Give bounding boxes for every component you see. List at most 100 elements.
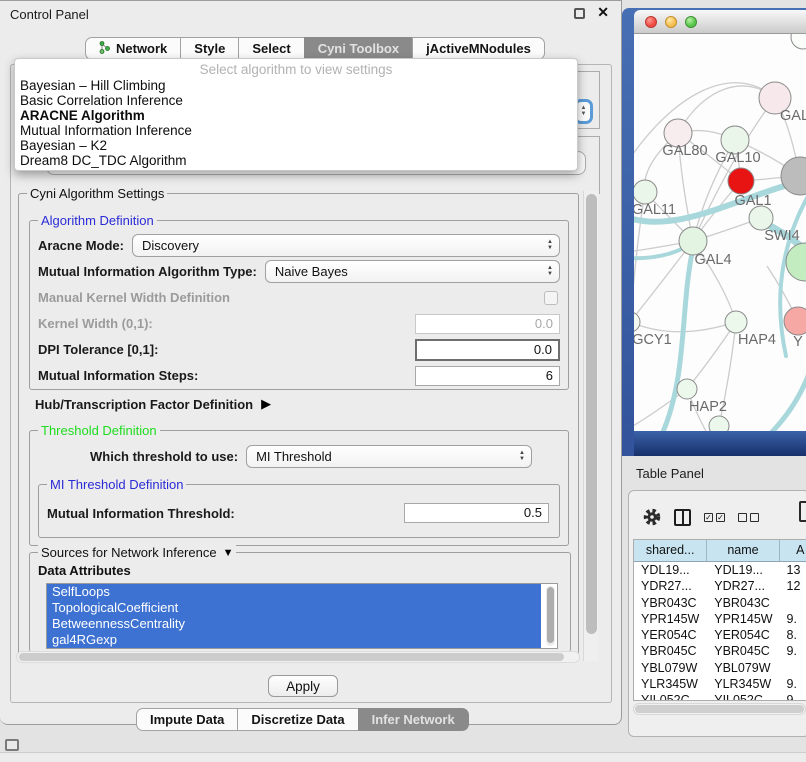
hub-definition-label: Hub/Transcription Factor Definition — [35, 397, 253, 412]
minimized-window-icon[interactable] — [5, 739, 19, 751]
dpi-tolerance-field[interactable]: 0.0 — [415, 339, 560, 361]
table-cell: 9 — [780, 692, 806, 701]
tab-network[interactable]: Network — [85, 37, 181, 60]
network-node-salmon-node[interactable] — [784, 307, 806, 335]
tab-jactivemnodules[interactable]: jActiveMNodules — [412, 37, 545, 60]
float-window-icon[interactable] — [574, 8, 585, 19]
table-cell: 9. — [780, 611, 806, 627]
data-attributes-label: Data Attributes — [38, 563, 131, 578]
algorithm-option-basic-correlation-inference[interactable]: Basic Correlation Inference — [15, 93, 577, 108]
algorithm-option-bayesian-k2[interactable]: Bayesian – K2 — [15, 138, 577, 153]
network-node-top-edge-node[interactable] — [791, 34, 806, 49]
settings-horizontal-scrollbar[interactable] — [16, 651, 580, 663]
checked-pair-icon[interactable]: ✓✓ — [704, 513, 725, 522]
tab-cyni-toolbox[interactable]: Cyni Toolbox — [304, 37, 413, 60]
network-icon — [99, 41, 111, 57]
table-row[interactable]: YPR145WYPR145W9. — [634, 611, 806, 627]
tab-impute-data[interactable]: Impute Data — [136, 708, 238, 731]
combo-stepper-icon: ▲▼ — [513, 451, 531, 462]
table-cell: YBR045C — [707, 643, 779, 659]
data-attributes-list[interactable]: SelfLoopsTopologicalCoefficientBetweenne… — [46, 583, 558, 649]
hub-definition-expander[interactable]: Hub/Transcription Factor Definition ▶ — [35, 396, 271, 412]
network-node-GAL4[interactable] — [679, 227, 707, 255]
table-row[interactable]: YDR27...YDR27...12 — [634, 578, 806, 594]
manual-kernel-label: Manual Kernel Width Definition — [38, 290, 230, 305]
table-cell: YPR145W — [707, 611, 779, 627]
network-node-bottom-edge-node[interactable] — [709, 416, 729, 431]
settings-vertical-scrollbar[interactable] — [583, 191, 598, 661]
mi-threshold-definition-group: MI Threshold Definition Mutual Informati… — [38, 484, 560, 538]
attribute-item-gal4rgexp[interactable]: gal4RGexp — [47, 632, 541, 648]
tab-select[interactable]: Select — [238, 37, 304, 60]
gear-icon[interactable] — [643, 508, 661, 526]
algorithm-option-mutual-information-inference[interactable]: Mutual Information Inference — [15, 123, 577, 138]
column-header-name[interactable]: name — [707, 540, 779, 561]
attribute-item-betweennesscentrality[interactable]: BetweennessCentrality — [47, 616, 541, 632]
network-node-label-GAL11: GAL11 — [634, 202, 676, 218]
table-row[interactable]: YBR043CYBR043C — [634, 595, 806, 611]
attribute-item-topologicalcoefficient[interactable]: TopologicalCoefficient — [47, 600, 541, 616]
column-header-shared-[interactable]: shared... — [634, 540, 707, 561]
kernel-width-field[interactable]: 0.0 — [415, 314, 560, 334]
algorithm-option-dream8-dc-tdc-algorithm[interactable]: Dream8 DC_TDC Algorithm — [15, 153, 577, 168]
mi-steps-field[interactable]: 6 — [415, 366, 560, 386]
table-cell: YLR345W — [707, 676, 779, 692]
algorithm-definition-group: Algorithm Definition Aracne Mode: Discov… — [29, 220, 569, 390]
algorithm-option-bayesian-hill-climbing[interactable]: Bayesian – Hill Climbing — [15, 78, 577, 93]
tab-discretize-data[interactable]: Discretize Data — [237, 708, 358, 731]
table-cell: 9. — [780, 676, 806, 692]
table-row[interactable]: YBL079WYBL079W — [634, 660, 806, 676]
hidden-groupbox-border — [578, 136, 600, 137]
page-icon[interactable] — [799, 501, 806, 522]
expander-down-icon[interactable]: ▼ — [223, 547, 234, 559]
tab-infer-network[interactable]: Infer Network — [358, 708, 469, 731]
close-icon[interactable]: ✕ — [597, 4, 609, 21]
network-canvas[interactable]: GALGAL80GAL10GAL1GAL11SWI4GAL4GCY1HAP4YH… — [634, 34, 806, 431]
table-row[interactable]: YBR045CYBR045C9. — [634, 643, 806, 659]
close-traffic-light-icon[interactable] — [645, 16, 657, 28]
which-threshold-select[interactable]: MI Threshold ▲▼ — [246, 445, 532, 468]
network-window-titlebar[interactable] — [634, 10, 806, 34]
control-panel-titlebar[interactable]: Control Panel ✕ — [0, 1, 621, 27]
table-toolbar: ✓✓ — [643, 504, 806, 530]
bottom-tabbar: Impute DataDiscretize DataInfer Network — [136, 708, 469, 731]
network-node-label-GCY1: GCY1 — [634, 332, 672, 348]
apply-button[interactable]: Apply — [268, 675, 338, 697]
attribute-list-scrollbar[interactable] — [546, 586, 555, 646]
network-node-GAL1[interactable] — [728, 168, 754, 194]
table-header-row: shared...nameA — [634, 540, 806, 562]
network-node-GAL11[interactable] — [634, 180, 657, 204]
mi-steps-label: Mutual Information Steps: — [38, 368, 198, 383]
network-node-HAP2[interactable] — [677, 379, 697, 399]
mi-algorithm-type-select[interactable]: Naive Bayes ▲▼ — [265, 260, 560, 283]
tab-style[interactable]: Style — [180, 37, 239, 60]
node-table[interactable]: shared...nameA YDL19...YDL19...13YDR27..… — [633, 539, 806, 701]
network-edge-highlighted[interactable] — [730, 358, 806, 431]
control-panel-tabbar: NetworkStyleSelect Cyni Toolbox jActiveMNo… — [85, 37, 545, 60]
threshold-definition-title: Threshold Definition — [38, 423, 160, 438]
algorithm-option-aracne-algorithm[interactable]: ARACNE Algorithm — [15, 108, 577, 123]
tab-label: Cyni Toolbox — [318, 41, 399, 56]
network-node-gray-node[interactable] — [781, 157, 806, 195]
table-horizontal-scrollbar[interactable] — [633, 703, 806, 715]
network-node-HAP4[interactable] — [725, 311, 747, 333]
table-row[interactable]: YER054CYER054C8. — [634, 627, 806, 643]
column-header-a[interactable]: A — [780, 540, 806, 561]
network-node-SWI4[interactable] — [749, 206, 773, 230]
table-row[interactable]: YDL19...YDL19...13 — [634, 562, 806, 578]
mi-threshold-field[interactable]: 0.5 — [404, 503, 549, 523]
minimize-traffic-light-icon[interactable] — [665, 16, 677, 28]
table-cell: YBL079W — [634, 660, 707, 676]
table-row[interactable]: YLR345WYLR345W9. — [634, 676, 806, 692]
algorithm-definition-title: Algorithm Definition — [38, 213, 157, 228]
unchecked-pair-icon[interactable] — [738, 513, 759, 522]
columns-icon[interactable] — [674, 509, 691, 526]
manual-kernel-checkbox[interactable] — [544, 291, 558, 305]
network-node-label-gal-partial: GAL — [780, 108, 806, 124]
combo-stepper-icon: ▲▼ — [541, 240, 559, 251]
network-node-GCY1[interactable] — [634, 312, 640, 332]
aracne-mode-select[interactable]: Discovery ▲▼ — [132, 234, 560, 257]
table-row[interactable]: YIL052CYIL052C9 — [634, 692, 806, 701]
zoom-traffic-light-icon[interactable] — [685, 16, 697, 28]
attribute-item-selfloops[interactable]: SelfLoops — [47, 584, 541, 600]
